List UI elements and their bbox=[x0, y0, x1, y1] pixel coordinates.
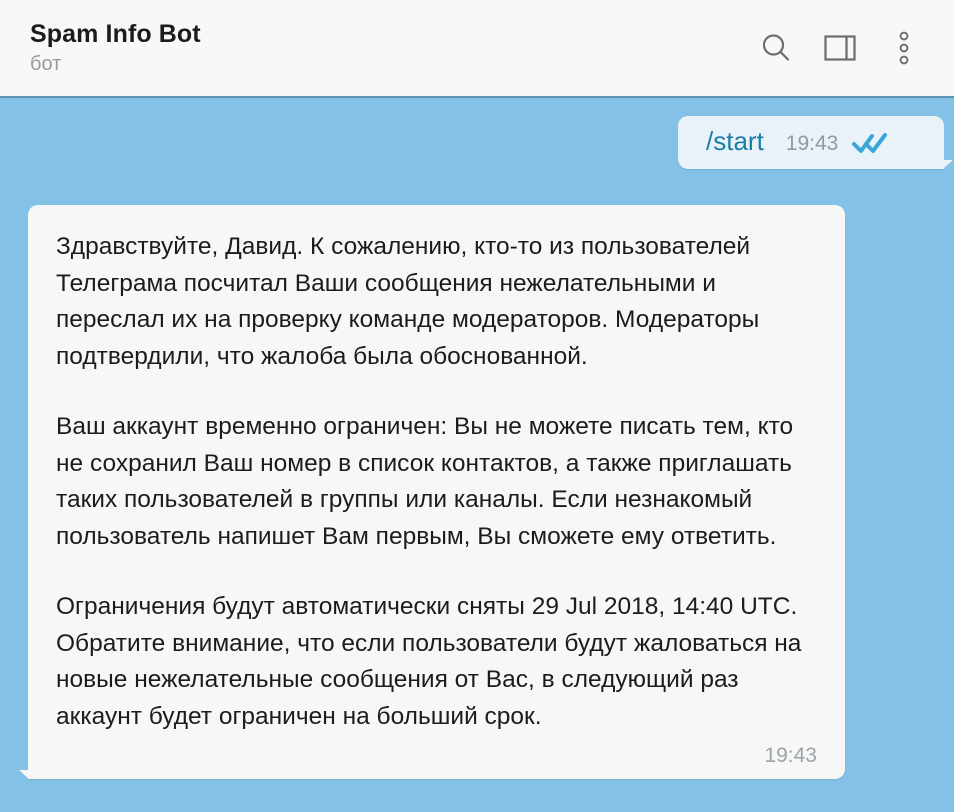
bot-command-link[interactable]: /start bbox=[706, 126, 764, 156]
message-row-outgoing: /start 19:43 bbox=[678, 116, 953, 169]
panel-toggle-button[interactable] bbox=[808, 16, 872, 80]
incoming-timestamp: 19:43 bbox=[764, 744, 817, 767]
message-paragraph: Здравствуйте, Давид. К сожалению, кто-то… bbox=[56, 233, 767, 370]
chat-header-actions bbox=[744, 16, 954, 80]
outgoing-timestamp: 19:43 bbox=[785, 132, 839, 155]
chat-header-titles[interactable]: Spam Info Bot бот bbox=[0, 19, 201, 77]
message-row-incoming: Здравствуйте, Давид. К сожалению, кто-то… bbox=[19, 205, 845, 779]
outgoing-message-meta: 19:43 bbox=[786, 130, 889, 159]
message-paragraph: Ограничения будут автоматически сняты 29… bbox=[56, 593, 809, 730]
outgoing-message-bubble[interactable]: /start 19:43 bbox=[678, 116, 953, 169]
incoming-message-bubble[interactable]: Здравствуйте, Давид. К сожалению, кто-то… bbox=[19, 205, 845, 779]
double-check-icon bbox=[852, 130, 888, 159]
chat-header: Spam Info Bot бот bbox=[0, 0, 954, 98]
chat-title: Spam Info Bot bbox=[30, 20, 201, 48]
message-paragraph: Ваш аккаунт временно ограничен: Вы не мо… bbox=[56, 413, 800, 550]
message-list: /start 19:43 Здравствуйте, Давид. К сожа… bbox=[0, 98, 954, 812]
more-menu-button[interactable] bbox=[872, 16, 936, 80]
chat-subtitle: бот bbox=[30, 53, 62, 75]
search-icon bbox=[759, 31, 793, 65]
panel-toggle-icon bbox=[823, 32, 857, 64]
search-button[interactable] bbox=[744, 16, 808, 80]
incoming-message-meta: 19:43 bbox=[56, 739, 819, 769]
telegram-chat-window: Spam Info Bot бот /start 19:43 Здравству… bbox=[0, 0, 954, 812]
more-menu-icon bbox=[899, 31, 909, 65]
